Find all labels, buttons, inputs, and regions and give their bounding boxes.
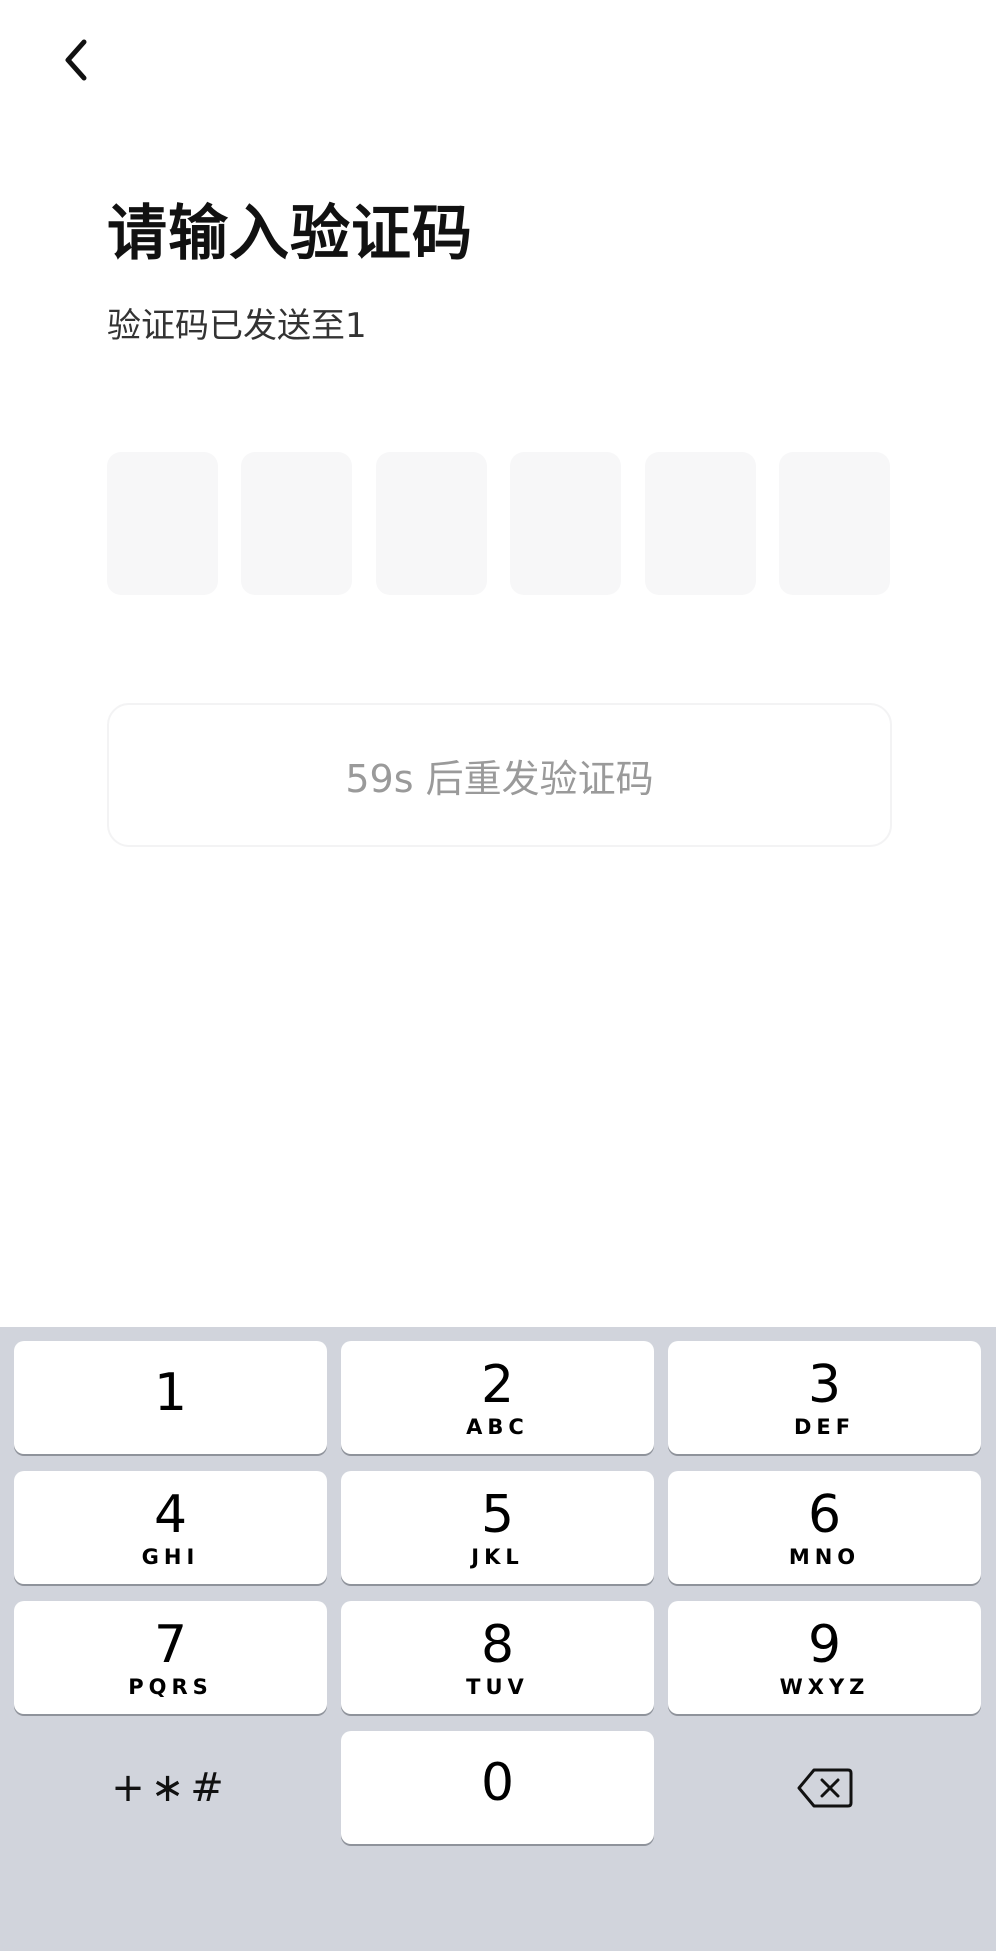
chevron-left-icon: [65, 39, 87, 81]
delete-key[interactable]: [668, 1731, 981, 1844]
code-digit-box[interactable]: [107, 452, 218, 595]
code-input-row[interactable]: [107, 452, 890, 595]
key-7[interactable]: 7 PQRS: [14, 1601, 327, 1714]
code-digit-box[interactable]: [241, 452, 353, 595]
key-0[interactable]: 0: [341, 1731, 654, 1844]
key-letters: TUV: [466, 1674, 529, 1699]
key-letters: JKL: [471, 1544, 524, 1569]
key-9[interactable]: 9 WXYZ: [668, 1601, 981, 1714]
verification-code-screen: 请输入验证码 验证码已发送至1 59s 后重发验证码 1 2 ABC 3 DEF…: [0, 0, 996, 1951]
backspace-icon: [797, 1768, 852, 1807]
key-digit: 0: [480, 1752, 515, 1813]
code-digit-box[interactable]: [375, 452, 487, 595]
key-digit: 8: [480, 1614, 515, 1675]
key-letters: WXYZ: [779, 1674, 870, 1699]
key-digit: 4: [153, 1484, 188, 1545]
symbols-label: +∗#: [111, 1764, 230, 1811]
key-digit: 7: [153, 1614, 188, 1675]
key-3[interactable]: 3 DEF: [668, 1341, 981, 1454]
key-digit: 5: [480, 1484, 515, 1545]
sent-to-text: 验证码已发送至1: [107, 306, 367, 346]
code-digit-box[interactable]: [778, 452, 890, 595]
back-button[interactable]: [48, 28, 104, 92]
key-4[interactable]: 4 GHI: [14, 1471, 327, 1584]
key-letters: DEF: [793, 1414, 856, 1439]
page-title: 请输入验证码: [107, 199, 473, 269]
symbols-key[interactable]: +∗#: [14, 1731, 327, 1844]
key-digit: 2: [480, 1354, 515, 1415]
key-letters: PQRS: [128, 1674, 213, 1699]
key-1[interactable]: 1: [14, 1341, 327, 1454]
key-digit: 3: [807, 1354, 842, 1415]
key-letters: ABC: [466, 1414, 529, 1439]
code-digit-box[interactable]: [644, 452, 756, 595]
code-digit-box[interactable]: [510, 452, 622, 595]
resend-code-button[interactable]: 59s 后重发验证码: [107, 703, 892, 847]
key-letters: MNO: [788, 1544, 861, 1569]
key-2[interactable]: 2 ABC: [341, 1341, 654, 1454]
key-digit: 6: [807, 1484, 842, 1545]
key-digit: 9: [807, 1614, 842, 1675]
key-8[interactable]: 8 TUV: [341, 1601, 654, 1714]
numeric-keypad: 1 2 ABC 3 DEF 4 GHI 5 JKL 6 MNO 7 PQRS 8: [0, 1327, 996, 1951]
key-digit: 1: [153, 1362, 188, 1423]
key-6[interactable]: 6 MNO: [668, 1471, 981, 1584]
key-letters: GHI: [141, 1544, 200, 1569]
key-5[interactable]: 5 JKL: [341, 1471, 654, 1584]
